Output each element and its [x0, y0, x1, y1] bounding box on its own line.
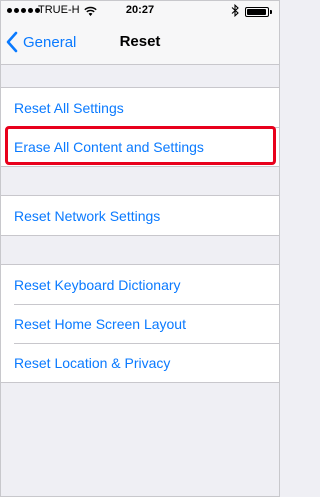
status-bar: TRUE-H 20:27 — [1, 1, 279, 21]
settings-group-2: Reset Network Settings — [1, 195, 279, 236]
reset-all-settings-item[interactable]: Reset All Settings — [1, 88, 279, 127]
reset-network-settings-item[interactable]: Reset Network Settings — [1, 196, 279, 235]
erase-all-content-item[interactable]: Erase All Content and Settings — [1, 127, 279, 166]
navigation-bar: General Reset — [1, 21, 279, 65]
reset-home-screen-layout-item[interactable]: Reset Home Screen Layout — [1, 304, 279, 343]
battery-level — [247, 9, 266, 15]
settings-group-1: Reset All Settings Erase All Content and… — [1, 87, 279, 167]
battery-icon — [245, 7, 269, 17]
bluetooth-icon — [231, 4, 239, 17]
battery-tip — [270, 10, 272, 14]
settings-group-3: Reset Keyboard Dictionary Reset Home Scr… — [1, 264, 279, 383]
reset-keyboard-dictionary-item[interactable]: Reset Keyboard Dictionary — [1, 265, 279, 304]
reset-location-privacy-item[interactable]: Reset Location & Privacy — [1, 343, 279, 382]
reset-settings-screen: TRUE-H 20:27 General Reset Reset All Set… — [0, 0, 280, 497]
page-title: Reset — [119, 33, 161, 50]
